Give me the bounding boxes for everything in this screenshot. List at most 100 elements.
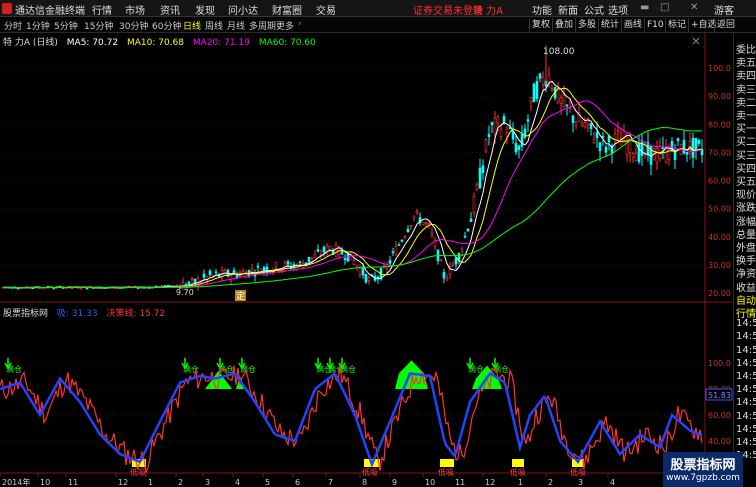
buy-signal-label: 满仓: [340, 364, 356, 374]
period-30min[interactable]: 30分钟: [119, 19, 148, 32]
candle-body: [598, 142, 602, 152]
watermark-url: www.7gpzb.com: [666, 473, 740, 483]
y-tick-label: 70.00: [708, 148, 731, 157]
period-15min[interactable]: 15分钟: [84, 19, 113, 32]
period-60min[interactable]: 60分钟: [152, 19, 181, 32]
candle-body: [409, 225, 413, 227]
oscillator-lines: [0, 365, 703, 475]
close-icon[interactable]: ✕: [690, 2, 698, 13]
kline-chart[interactable]: 100.0 90.00 80.00 70.00 60.00 50.00 40.00 30.00…: [0, 33, 733, 487]
menu-xinmian[interactable]: 新面: [558, 2, 578, 17]
candle-body: [541, 77, 545, 86]
x-tick-label: 4: [235, 478, 240, 487]
buy-signal-label: 满仓: [468, 364, 484, 374]
period-1min[interactable]: 1分钟: [26, 19, 50, 32]
period-week[interactable]: 周线: [205, 19, 223, 32]
candle-body: [697, 139, 701, 145]
candle-body: [469, 218, 473, 222]
period-month[interactable]: 月线: [227, 19, 245, 32]
candle-body: [415, 210, 419, 213]
candle-body: [352, 260, 356, 265]
period-5min[interactable]: 5分钟: [54, 19, 78, 32]
candle-body: [40, 287, 44, 290]
quote-field-label: 14:5: [736, 344, 756, 356]
minimize-icon[interactable]: ▬: [640, 2, 649, 13]
tool-tongji[interactable]: 统计: [598, 18, 621, 32]
candle-body: [232, 270, 236, 273]
candle-body: [412, 215, 416, 219]
candle-body: [472, 196, 476, 213]
user-label[interactable]: 游客: [714, 2, 734, 17]
candle-body: [316, 249, 320, 252]
menu-gongshi[interactable]: 公式: [584, 2, 604, 17]
candle-body: [547, 74, 551, 83]
candle-body: [367, 277, 371, 281]
current-value-label: 51.83: [708, 391, 731, 400]
tool-fuquan[interactable]: 复权: [529, 18, 552, 32]
watermark-title: 股票指标网: [670, 458, 736, 473]
candle-body: [391, 251, 395, 254]
menu-wenxiaoda[interactable]: 问小达: [228, 2, 258, 17]
ma60-line: [2, 126, 703, 289]
y-tick-label: 80.00: [708, 120, 731, 129]
event-marker-label: 定: [236, 290, 245, 302]
candle-body: [466, 228, 470, 232]
x-tick-label: 6: [295, 478, 300, 487]
x-tick-label: 2: [178, 478, 183, 487]
candle-body: [274, 261, 278, 268]
app-title: 通达信金融终端: [15, 6, 85, 17]
candle-body: [430, 231, 434, 235]
app-logo-icon: [2, 3, 12, 14]
menu-caifuquan[interactable]: 财富圈: [272, 2, 302, 17]
candle-body: [637, 142, 641, 163]
candle-body: [214, 271, 218, 274]
menu-zixun[interactable]: 资讯: [160, 2, 180, 17]
candle-body: [496, 116, 500, 124]
tool-biaoji[interactable]: 标记: [665, 18, 688, 32]
candle-body: [484, 139, 488, 152]
x-tick-label: 5: [265, 478, 270, 487]
period-fenshi[interactable]: 分时: [4, 19, 22, 32]
candle-body: [568, 107, 572, 110]
candle-body: [346, 253, 350, 262]
menu-xuanxiang[interactable]: 选项: [608, 2, 628, 17]
period-day[interactable]: 日线: [183, 19, 201, 32]
candle-body: [520, 134, 524, 147]
tool-back[interactable]: 返回: [714, 18, 737, 32]
buy-signal-label: 满仓: [6, 364, 22, 374]
candle-body: [481, 165, 485, 173]
period-more[interactable]: 更多: [276, 19, 294, 32]
candle-body: [490, 122, 494, 126]
x-tick-label: 12: [118, 478, 128, 487]
candle-body: [421, 221, 425, 225]
candle-body: [313, 253, 317, 258]
candle-body: [340, 251, 344, 255]
candle-body: [580, 122, 584, 127]
menu-hangqing[interactable]: 行情: [92, 2, 112, 17]
candle-body: [343, 258, 347, 261]
candle-body: [388, 260, 392, 264]
maximize-icon[interactable]: □: [660, 2, 669, 13]
x-tick-label: 10: [425, 478, 435, 487]
candle-body: [208, 270, 212, 276]
tool-f10[interactable]: F10: [644, 18, 666, 32]
period-multi[interactable]: 多周期: [249, 19, 276, 32]
ma5-line: [2, 80, 703, 289]
menu-shichang[interactable]: 市场: [125, 2, 145, 17]
x-tick-label: 3: [578, 478, 583, 487]
menu-gongneng[interactable]: 功能: [532, 2, 552, 17]
tool-diejia[interactable]: 叠加: [552, 18, 575, 32]
candle-body: [406, 228, 410, 233]
chevron-right-icon[interactable]: ›: [298, 19, 302, 29]
quote-field-label: 14:5: [736, 423, 756, 435]
candle-body: [616, 130, 620, 132]
menu-faxian[interactable]: 发现: [195, 2, 215, 17]
x-tick-label: 9: [392, 478, 397, 487]
tool-huaxian[interactable]: 画线: [621, 18, 644, 32]
tool-duogu[interactable]: 多股: [575, 18, 598, 32]
quote-field-label: 14:5: [736, 384, 756, 396]
candle-body: [676, 138, 680, 142]
candle-body: [574, 122, 578, 126]
menu-jiaoyi[interactable]: 交易: [316, 2, 336, 17]
candle-body: [478, 167, 482, 189]
